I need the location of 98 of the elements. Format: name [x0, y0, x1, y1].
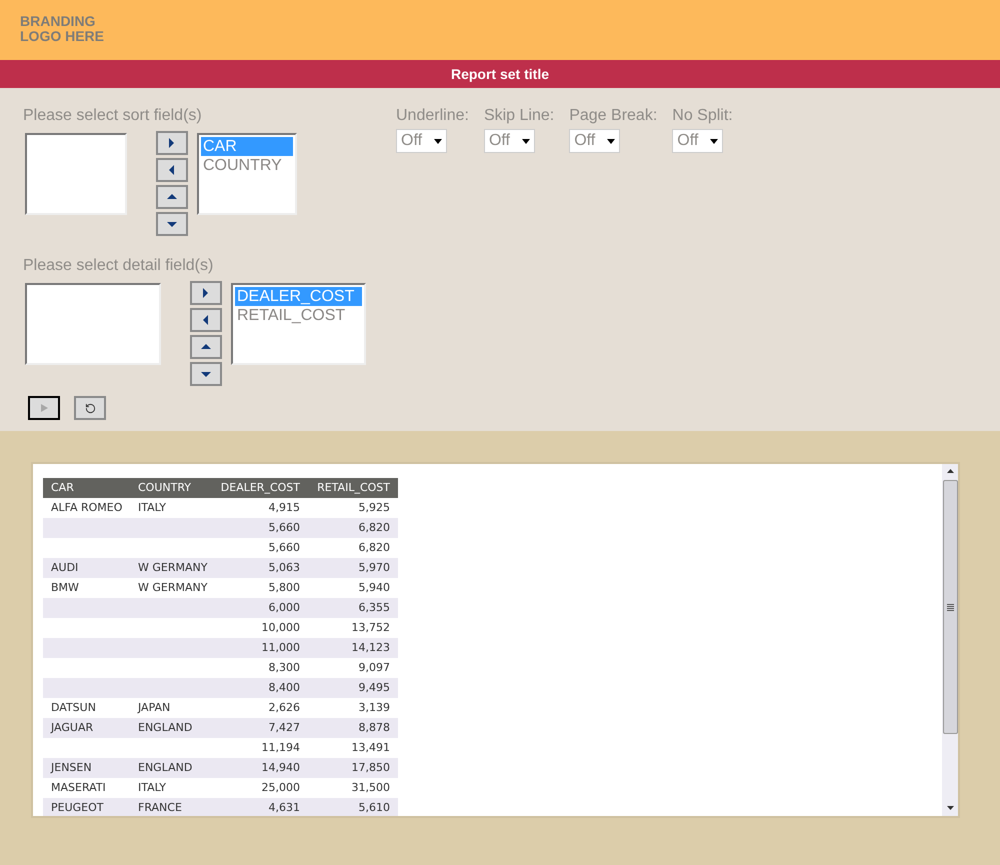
table-cell: 6,820 — [308, 538, 398, 558]
table-cell: 5,610 — [308, 798, 398, 816]
table-cell: 14,940 — [213, 758, 308, 778]
logo-text: BRANDING — [20, 14, 96, 29]
move-down-button[interactable] — [190, 362, 222, 386]
list-item[interactable]: RETAIL_COST — [235, 306, 362, 325]
dropdown-value: Off — [401, 131, 422, 151]
table-cell: 5,940 — [308, 578, 398, 598]
table-cell: 8,400 — [213, 678, 308, 698]
table-cell: 6,000 — [213, 598, 308, 618]
table-cell: 11,194 — [213, 738, 308, 758]
table-cell: 13,491 — [308, 738, 398, 758]
column-header: DEALER_COST — [213, 478, 308, 498]
list-item[interactable]: COUNTRY — [201, 156, 293, 175]
table-cell: 9,495 — [308, 678, 398, 698]
list-box[interactable]: DEALER_COST RETAIL_COST — [231, 283, 366, 365]
scroll-up-icon — [946, 469, 954, 473]
table-cell: 11,000 — [213, 638, 308, 658]
table-cell: 5,063 — [213, 558, 308, 578]
table-cell: DATSUN — [43, 698, 130, 718]
table-cell: FRANCE — [130, 798, 213, 816]
table-cell: 10,000 — [213, 618, 308, 638]
table-cell: 5,660 — [213, 518, 308, 538]
table-cell: 6,355 — [308, 598, 398, 618]
table-cell: 5,660 — [213, 538, 308, 558]
dropdown-value: Off — [574, 131, 596, 151]
table-cell: ITALY — [130, 778, 213, 798]
table-cell: 8,878 — [308, 718, 398, 738]
table-cell: 13,752 — [308, 618, 398, 638]
table-cell: 3,139 — [308, 698, 398, 718]
option-label: No Split: — [672, 106, 733, 126]
run-button[interactable] — [28, 396, 60, 420]
table-cell: AUDI — [43, 558, 130, 578]
table-cell: W GERMANY — [130, 558, 213, 578]
add-button[interactable] — [190, 281, 222, 305]
option-label: Underline: — [396, 106, 469, 126]
table-cell: ITALY — [130, 498, 213, 518]
table-cell: BMW — [43, 578, 130, 598]
reset-icon — [84, 402, 96, 414]
section-label: Please select sort field(s) — [23, 106, 203, 126]
dropdown-value: Off — [677, 131, 698, 151]
table-cell: JAPAN — [130, 698, 213, 718]
table-cell: 17,850 — [308, 758, 398, 778]
report-title: Report set title — [450, 64, 549, 84]
reset-button[interactable] — [74, 396, 106, 420]
scroll-thumb[interactable] — [942, 480, 958, 734]
list-item[interactable]: CAR — [201, 137, 293, 156]
column-header: RETAIL_COST — [308, 478, 398, 498]
table-cell: 5,925 — [308, 498, 398, 518]
column-header: COUNTRY — [130, 478, 213, 498]
dropdown[interactable]: Off — [396, 129, 447, 153]
list-box[interactable] — [25, 283, 161, 365]
table-cell: 14,123 — [308, 638, 398, 658]
caret-icon — [607, 138, 616, 144]
table-cell: 25,000 — [213, 778, 308, 798]
play-icon — [39, 403, 49, 413]
table-cell: 6,820 — [308, 518, 398, 538]
table-cell: MASERATI — [43, 778, 130, 798]
table-cell: W GERMANY — [130, 578, 213, 598]
table-cell: 4,631 — [213, 798, 308, 816]
logo-text: LOGO HERE — [20, 29, 106, 44]
move-down-button[interactable] — [156, 212, 188, 236]
table-cell: ALFA ROMEO — [43, 498, 130, 518]
dropdown-value: Off — [488, 131, 510, 151]
option-label: Skip Line: — [484, 106, 554, 126]
table-cell: 5,970 — [308, 558, 398, 578]
dropdown[interactable]: Off — [672, 129, 724, 153]
column-header: CAR — [43, 478, 130, 498]
table-cell: 7,427 — [213, 718, 308, 738]
table-cell: ENGLAND — [130, 718, 213, 738]
caret-icon — [434, 138, 442, 144]
table-cell: ENGLAND — [130, 758, 213, 778]
table-cell: PEUGEOT — [43, 798, 130, 816]
table-cell: 2,626 — [213, 698, 308, 718]
table-cell: 9,097 — [308, 658, 398, 678]
scrollbar[interactable] — [942, 464, 958, 816]
dropdown[interactable]: Off — [569, 129, 620, 153]
table-cell: 4,915 — [213, 498, 308, 518]
table-cell: 5,800 — [213, 578, 308, 598]
caret-icon — [522, 138, 530, 144]
list-item[interactable]: DEALER_COST — [235, 287, 362, 306]
scroll-down-icon — [946, 806, 954, 810]
remove-button[interactable] — [156, 158, 188, 182]
list-box[interactable] — [25, 133, 127, 215]
table-cell: 31,500 — [308, 778, 398, 798]
list-box[interactable]: CAR COUNTRY — [197, 133, 297, 215]
dropdown[interactable]: Off — [484, 129, 535, 153]
option-label: Page Break: — [569, 106, 658, 126]
table-cell: JAGUAR — [43, 718, 130, 738]
section-label: Please select detail field(s) — [23, 256, 214, 276]
caret-icon — [710, 138, 718, 144]
table-cell: JENSEN — [43, 758, 130, 778]
move-up-button[interactable] — [190, 335, 222, 359]
add-button[interactable] — [156, 131, 188, 155]
move-up-button[interactable] — [156, 185, 188, 209]
remove-button[interactable] — [190, 308, 222, 332]
table-cell: 8,300 — [213, 658, 308, 678]
grip-icon — [946, 604, 954, 610]
